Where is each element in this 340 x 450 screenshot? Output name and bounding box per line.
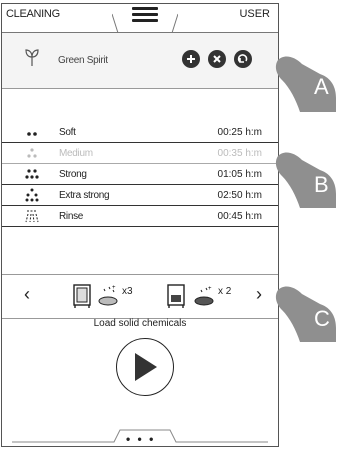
- load-caption: Load solid chemicals: [93, 318, 187, 329]
- mode-row-extra-strong[interactable]: Extra strong 02:50 h:m: [2, 185, 278, 206]
- refresh-icon: [237, 54, 248, 63]
- chevron-left-icon[interactable]: ‹: [24, 284, 30, 305]
- callout-a: [275, 56, 336, 112]
- drops-6-icon: [25, 188, 39, 202]
- play-icon: [135, 353, 157, 381]
- refresh-button[interactable]: [234, 50, 252, 68]
- add-button[interactable]: [182, 50, 200, 68]
- hamburger-menu-icon[interactable]: [132, 7, 158, 23]
- mode-row-medium[interactable]: Medium 00:35 h:m: [2, 143, 278, 164]
- close-icon: [213, 55, 221, 63]
- mode-time: 02:50 h:m: [217, 190, 262, 201]
- drops-2-icon: [27, 132, 37, 136]
- callout-b: [275, 152, 336, 208]
- add-icon: [187, 55, 195, 63]
- callout-label-b: B: [314, 172, 329, 197]
- more-icon[interactable]: • • •: [126, 432, 155, 446]
- top-bar: CLEANING USER: [2, 4, 278, 34]
- program-row[interactable]: Green Spirit: [2, 33, 278, 89]
- machine-icon: [72, 283, 94, 309]
- mode-label: Strong: [59, 169, 87, 180]
- mode-label: Rinse: [59, 211, 84, 222]
- svg-text:+: +: [112, 285, 116, 291]
- mode-row-rinse[interactable]: Rinse 00:45 h:m: [2, 206, 278, 227]
- tablet-icon: +: [96, 283, 120, 309]
- callout-label-c: C: [314, 306, 330, 331]
- leaf-icon: [25, 49, 39, 66]
- mode-row-soft[interactable]: Soft 00:25 h:m: [2, 122, 278, 143]
- svg-text:+: +: [208, 286, 212, 292]
- mode-time: 00:45 h:m: [217, 211, 262, 222]
- program-name: Green Spirit: [58, 55, 108, 66]
- dose-count: x3: [122, 286, 133, 297]
- mode-list: Soft 00:25 h:m Medium 00:35 h:m Strong 0…: [2, 122, 278, 227]
- shower-icon: [25, 210, 39, 223]
- mode-label: Soft: [59, 127, 76, 138]
- drops-3-icon: [27, 148, 37, 158]
- dose-count: x 2: [218, 286, 232, 297]
- mode-label: Medium: [59, 148, 93, 159]
- mode-time: 00:25 h:m: [217, 127, 262, 138]
- mode-row-strong[interactable]: Strong 01:05 h:m: [2, 164, 278, 185]
- start-button[interactable]: [116, 338, 174, 396]
- mode-time: 00:35 h:m: [217, 148, 262, 159]
- mode-label: Extra strong: [59, 190, 110, 201]
- dosing-row: ‹ + x3 + x 2 ›: [2, 274, 278, 319]
- machine-icon: [166, 283, 188, 309]
- tablet-icon: +: [192, 283, 216, 309]
- mode-time: 01:05 h:m: [217, 169, 262, 180]
- drops-5-icon: [25, 169, 39, 179]
- chevron-right-icon[interactable]: ›: [256, 284, 262, 305]
- callout-label-a: A: [314, 74, 329, 99]
- tab-cleaning[interactable]: CLEANING: [6, 8, 60, 20]
- control-panel: CLEANING USER Green Spirit Soft 00:25 h:…: [1, 3, 279, 447]
- close-button[interactable]: [208, 50, 226, 68]
- tab-user[interactable]: USER: [239, 8, 270, 20]
